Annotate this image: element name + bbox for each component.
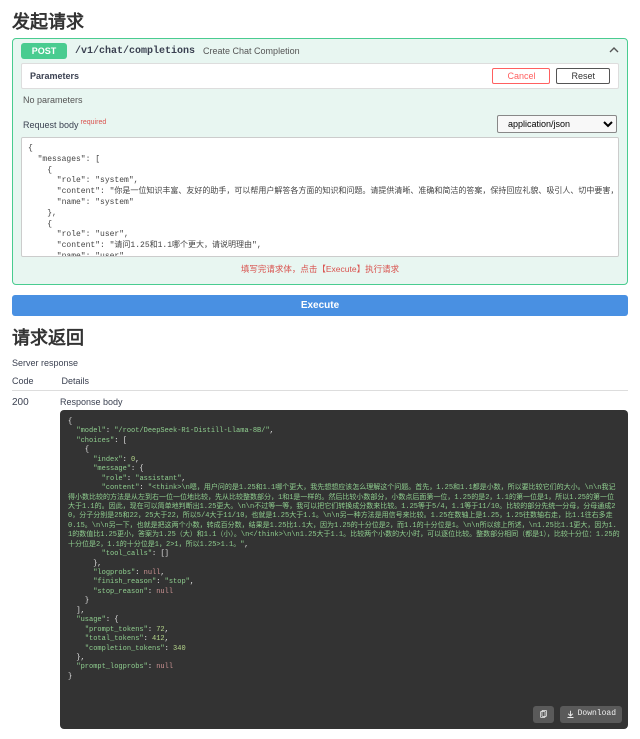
chevron-up-icon <box>609 45 619 58</box>
http-method-badge: POST <box>21 43 67 59</box>
execute-button[interactable]: Execute <box>12 295 628 316</box>
download-icon <box>566 710 575 719</box>
endpoint-summary: Create Chat Completion <box>203 46 300 56</box>
copy-button[interactable] <box>533 706 554 723</box>
code-column-header: Code <box>12 376 34 386</box>
request-body-row: Request bodyrequired application/json <box>21 111 619 137</box>
parameters-bar: Parameters Cancel Reset <box>21 63 619 89</box>
content-type-select[interactable]: application/json <box>497 115 617 133</box>
details-column-header: Details <box>62 376 90 386</box>
cancel-button[interactable]: Cancel <box>492 68 550 84</box>
server-response-label: Server response <box>12 354 628 372</box>
execute-hint: 填写完请求体，点击【Execute】执行请求 <box>21 260 619 276</box>
response-body-code[interactable]: { "model": "/root/DeepSeek-R1-Distill-Ll… <box>60 410 628 729</box>
request-body-editor[interactable] <box>21 137 619 257</box>
operation-header[interactable]: POST /v1/chat/completions Create Chat Co… <box>13 39 627 63</box>
endpoint-path: /v1/chat/completions <box>75 46 195 57</box>
response-section-title: 请求返回 <box>0 316 640 354</box>
response-body-label: Response body <box>60 397 628 407</box>
operation-block: POST /v1/chat/completions Create Chat Co… <box>12 38 628 285</box>
no-parameters-text: No parameters <box>21 89 619 111</box>
reset-button[interactable]: Reset <box>556 68 610 84</box>
parameters-label: Parameters <box>30 71 492 81</box>
http-status-code: 200 <box>12 397 40 408</box>
download-button[interactable]: Download <box>560 706 622 723</box>
required-star: required <box>81 119 107 126</box>
request-section-title: 发起请求 <box>0 0 640 38</box>
request-body-label: Request bodyrequired <box>23 119 106 130</box>
clipboard-icon <box>539 710 548 719</box>
response-columns-header: Code Details <box>12 372 628 391</box>
response-block: Server response Code Details 200 Respons… <box>12 354 628 729</box>
